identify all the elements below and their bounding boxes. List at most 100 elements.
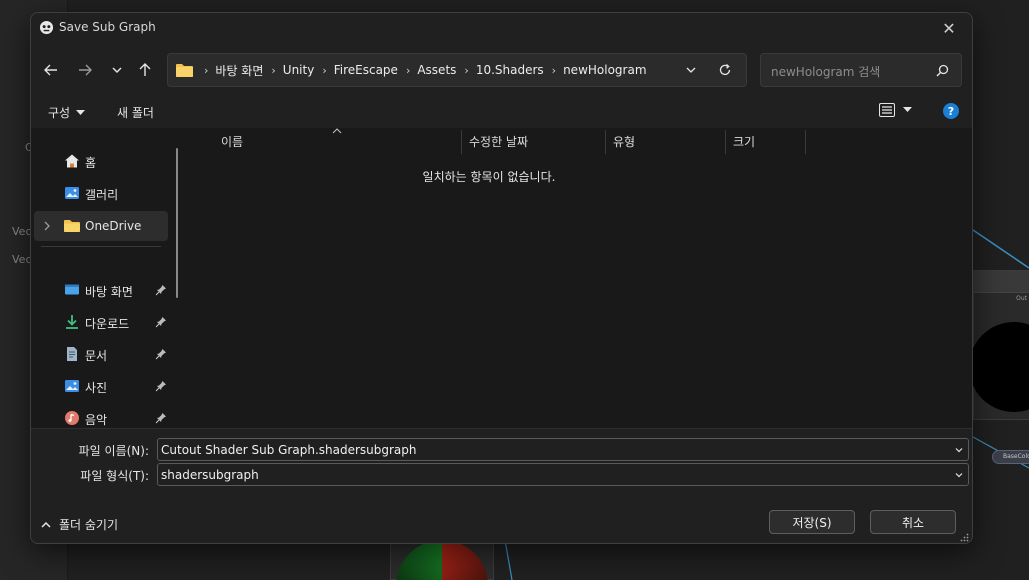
breadcrumb-separator-icon: ›: [551, 63, 557, 77]
organize-label: 구성: [48, 106, 71, 120]
file-list: 이름 수정한 날짜 유형 크기 일치하는 항목이 없습니다.: [189, 128, 972, 428]
search-input[interactable]: newHologram 검색: [760, 53, 962, 87]
organize-button[interactable]: 구성: [48, 104, 86, 121]
breadcrumb-separator-icon: ›: [204, 63, 209, 77]
pin-icon[interactable]: [155, 316, 167, 328]
nav-item-label: 음악: [85, 413, 108, 427]
nav-item-documents[interactable]: 문서: [34, 339, 168, 369]
filetype-label: 파일 형식(T):: [80, 469, 149, 483]
desktop-icon: [65, 284, 79, 295]
nav-item-label: 문서: [85, 349, 108, 363]
pin-icon[interactable]: [155, 380, 167, 392]
hide-folders-label: 폴더 숨기기: [59, 518, 119, 532]
folder-icon: [176, 64, 193, 77]
bg-label: Vec: [12, 253, 32, 266]
address-bar[interactable]: › 바탕 화면 › Unity › FireEscape › Assets › …: [167, 53, 747, 87]
breadcrumb-separator-icon: ›: [271, 63, 276, 77]
arrow-up-icon: [139, 63, 151, 76]
chevron-up-icon: [41, 521, 51, 528]
up-button[interactable]: [131, 59, 159, 81]
arrow-right-icon: [79, 64, 92, 76]
column-header-type[interactable]: 유형: [613, 128, 725, 154]
document-icon: [67, 347, 77, 361]
filename-label: 파일 이름(N):: [78, 444, 149, 458]
unity-logo-icon: [39, 20, 54, 35]
command-bar: 구성 새 폴더 ?: [31, 98, 972, 128]
column-header-label: 유형: [613, 134, 636, 149]
arrow-left-icon: [44, 64, 57, 76]
new-folder-button[interactable]: 새 폴더: [117, 104, 154, 121]
save-form: 파일 이름(N): Cutout Shader Sub Graph.shader…: [31, 428, 972, 543]
column-header-label: 크기: [733, 134, 756, 149]
nav-item-label: OneDrive: [85, 219, 142, 233]
nav-item-label: 홈: [85, 156, 97, 170]
hide-folders-button[interactable]: 폴더 숨기기: [41, 516, 118, 533]
search-icon: [936, 64, 949, 77]
view-options-button[interactable]: [879, 103, 912, 117]
nav-item-gallery[interactable]: 갤러리: [34, 178, 168, 208]
bg-label: Vec: [12, 225, 32, 238]
pictures-icon: [65, 380, 79, 392]
filename-field[interactable]: Cutout Shader Sub Graph.shadersubgraph: [157, 438, 969, 461]
title-bar[interactable]: Save Sub Graph ✕: [31, 13, 972, 43]
nav-item-desktop[interactable]: 바탕 화면: [34, 275, 168, 305]
forward-button[interactable]: [71, 59, 99, 81]
search-placeholder: newHologram 검색: [771, 65, 881, 79]
folder-icon: [64, 220, 80, 232]
filename-value: Cutout Shader Sub Graph.shadersubgraph: [161, 443, 417, 457]
close-button[interactable]: ✕: [926, 13, 972, 43]
property-pill[interactable]: BaseColor: [992, 450, 1029, 464]
download-icon: [66, 315, 78, 329]
details-view-icon: [879, 103, 895, 117]
filetype-select[interactable]: shadersubgraph: [157, 463, 969, 486]
column-divider[interactable]: [725, 130, 726, 154]
home-icon: [65, 154, 79, 168]
node-preview-sphere: [396, 540, 488, 580]
save-button[interactable]: 저장(S): [769, 510, 855, 534]
nav-item-label: 갤러리: [85, 188, 119, 202]
breadcrumb-item[interactable]: Unity: [283, 63, 315, 77]
breadcrumb-item[interactable]: FireEscape: [334, 63, 398, 77]
refresh-icon[interactable]: [718, 63, 732, 77]
chevron-down-icon[interactable]: [954, 470, 964, 480]
chevron-right-icon[interactable]: [42, 221, 52, 231]
pin-icon[interactable]: [155, 348, 167, 360]
breadcrumb-item[interactable]: Assets: [417, 63, 456, 77]
column-header-name[interactable]: 이름: [221, 128, 461, 154]
pin-icon[interactable]: [155, 284, 167, 296]
column-header-label: 수정한 날짜: [469, 134, 529, 149]
nav-item-downloads[interactable]: 다운로드: [34, 307, 168, 337]
breadcrumb-separator-icon: ›: [405, 63, 411, 77]
column-divider[interactable]: [805, 130, 806, 154]
cancel-button[interactable]: 취소: [870, 510, 956, 534]
breadcrumb-separator-icon: ›: [464, 63, 469, 77]
column-header-modified[interactable]: 수정한 날짜: [469, 128, 605, 154]
graph-node-header: [974, 271, 1029, 293]
caret-down-icon: [76, 109, 86, 115]
caret-down-icon: [903, 107, 912, 112]
nav-item-pictures[interactable]: 사진: [34, 371, 168, 401]
column-divider[interactable]: [605, 130, 606, 154]
resize-grip-icon[interactable]: [959, 532, 969, 542]
breadcrumb: › 바탕 화면 › Unity › FireEscape › Assets › …: [196, 54, 647, 86]
breadcrumb-item[interactable]: 바탕 화면: [215, 62, 263, 79]
recent-locations-button[interactable]: [103, 59, 131, 81]
help-icon[interactable]: ?: [943, 103, 959, 119]
nav-divider: [41, 246, 161, 247]
column-divider[interactable]: [461, 130, 462, 154]
nav-scrollbar[interactable]: [176, 148, 178, 298]
back-button[interactable]: [37, 59, 65, 81]
nav-item-onedrive[interactable]: OneDrive: [34, 211, 168, 241]
nav-item-label: 바탕 화면: [85, 285, 133, 299]
nav-item-label: 다운로드: [85, 317, 130, 331]
chevron-down-icon[interactable]: [954, 445, 964, 455]
navigation-pane: 홈 갤러리 OneDrive 바탕 화면 다운로드 문서 사진 음악: [31, 128, 189, 428]
breadcrumb-item[interactable]: newHologram: [563, 63, 646, 77]
empty-state-message: 일치하는 항목이 없습니다.: [422, 170, 556, 184]
column-header-label: 이름: [221, 134, 244, 149]
pin-icon[interactable]: [155, 412, 167, 424]
chevron-down-icon[interactable]: [684, 63, 698, 77]
nav-item-home[interactable]: 홈: [34, 146, 168, 176]
breadcrumb-item[interactable]: 10.Shaders: [476, 63, 544, 77]
column-header-size[interactable]: 크기: [733, 128, 805, 154]
